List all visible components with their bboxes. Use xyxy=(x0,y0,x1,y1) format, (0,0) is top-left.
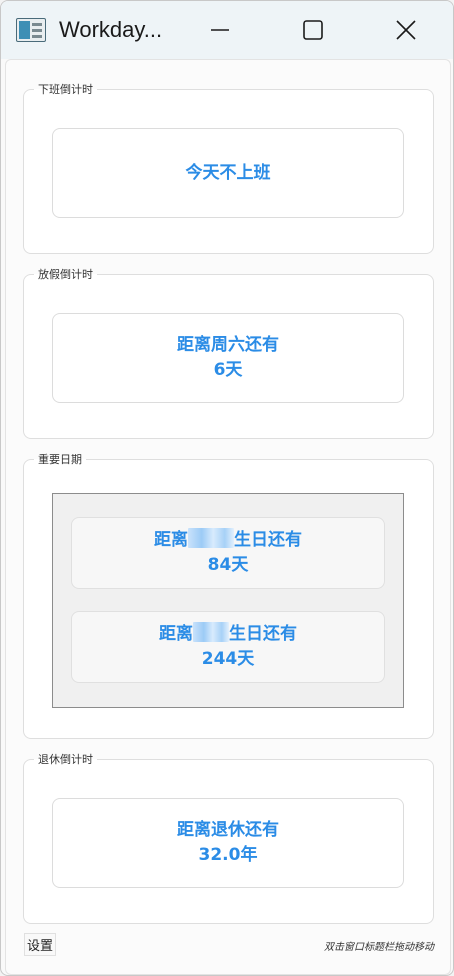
group-title: 放假倒计时 xyxy=(38,268,93,281)
blurred-name xyxy=(188,528,234,548)
title-bar[interactable]: Workday... xyxy=(1,1,453,59)
maximize-button[interactable] xyxy=(290,11,336,49)
window-title: Workday... xyxy=(59,17,163,42)
offwork-text: 今天不上班 xyxy=(185,162,271,183)
retirement-card: 距离退休还有 32.0年 xyxy=(52,798,404,888)
minimize-icon xyxy=(211,29,229,31)
group-title: 重要日期 xyxy=(38,453,82,466)
birthday-days: 244天 xyxy=(201,649,255,669)
offwork-card: 今天不上班 xyxy=(52,128,404,218)
birthday-suffix: 生日还有 xyxy=(234,530,302,550)
group-title: 退休倒计时 xyxy=(38,753,93,766)
birthday-prefix: 距离 xyxy=(159,624,193,644)
group-title: 下班倒计时 xyxy=(38,83,93,96)
birthday-suffix: 生日还有 xyxy=(229,624,297,644)
birthday-card-2: 距离 生日还有 244天 xyxy=(71,611,385,683)
main-content: 下班倒计时 今天不上班 放假倒计时 距离周六还有 6天 重要日期 距离 生日还有 … xyxy=(5,59,451,975)
retirement-years: 32.0年 xyxy=(198,845,258,865)
close-icon xyxy=(396,20,416,40)
holiday-card: 距离周六还有 6天 xyxy=(52,313,404,403)
maximize-icon xyxy=(303,20,323,40)
minimize-button[interactable] xyxy=(197,11,243,49)
birthday-prefix: 距离 xyxy=(154,530,188,550)
drag-hint: 双击窗口标题栏拖动移动 xyxy=(324,942,434,953)
blurred-name xyxy=(193,622,229,642)
holiday-text: 距离周六还有 xyxy=(177,335,279,355)
holiday-days: 6天 xyxy=(213,360,243,380)
close-button[interactable] xyxy=(383,11,429,49)
birthday-days: 84天 xyxy=(207,555,249,575)
app-window: Workday... 下班倒计时 今天不上班 放假倒计时 距离周六还有 6天 重… xyxy=(0,0,454,976)
retirement-text: 距离退休还有 xyxy=(177,820,279,840)
settings-button[interactable]: 设置 xyxy=(24,933,57,956)
birthday-card-1: 距离 生日还有 84天 xyxy=(71,517,385,589)
app-icon xyxy=(16,18,46,42)
